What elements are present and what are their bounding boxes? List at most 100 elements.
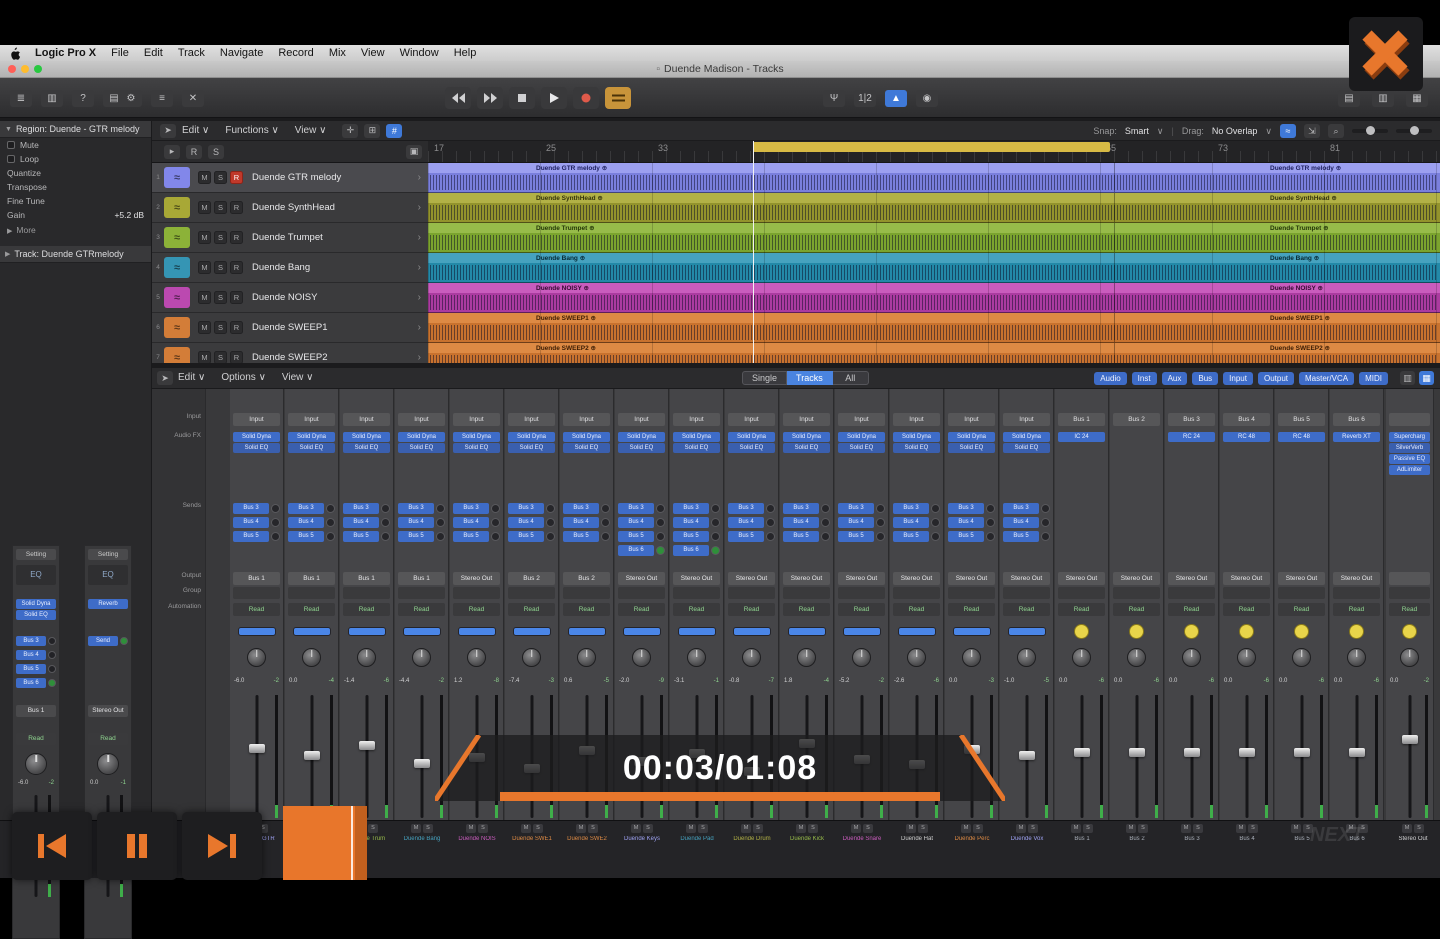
fx-plugin-button[interactable]: Solid EQ <box>16 610 56 620</box>
strip-group[interactable] <box>1113 587 1160 599</box>
send-slot[interactable]: Bus 3 <box>563 502 610 515</box>
send-knob[interactable] <box>491 532 500 541</box>
send-slot[interactable]: Bus 4 <box>893 516 940 529</box>
solo-button[interactable]: S <box>863 824 873 833</box>
strip-group[interactable] <box>673 587 720 599</box>
strip-input[interactable]: Input <box>453 413 500 426</box>
channel-strip[interactable]: SuperchargSilverVerbPassive EQAdLimiterR… <box>1386 389 1434 820</box>
knob-dial[interactable] <box>1237 648 1256 667</box>
fx-plugin-button[interactable]: Solid Dyna <box>1003 432 1050 442</box>
inspector-row[interactable]: Transpose <box>0 180 151 194</box>
playhead[interactable] <box>753 141 754 363</box>
mixer-filter-midi[interactable]: MIDI <box>1359 372 1388 385</box>
inspector-row[interactable]: Mute <box>0 138 151 152</box>
solo-button[interactable]: S <box>698 824 708 833</box>
strip-fader[interactable] <box>285 693 338 820</box>
strip-automation[interactable]: Read <box>1168 603 1215 616</box>
track-record-button[interactable]: R <box>230 201 243 214</box>
mixer-menu-view[interactable]: View ∨ <box>282 372 314 383</box>
region-lane[interactable]: Duende NOISY ⊕Duende NOISY ⊕ <box>428 283 1440 313</box>
pan-knob[interactable] <box>285 642 338 672</box>
pan-knob[interactable] <box>505 642 558 672</box>
mute-button[interactable]: M <box>521 824 531 833</box>
solo-button[interactable]: S <box>478 824 488 833</box>
send-slot[interactable]: Bus 5 <box>673 530 720 543</box>
fader-cap[interactable] <box>414 759 430 768</box>
track-header[interactable]: 4≈MSRDuende Bang› <box>152 253 428 283</box>
track-mute-button[interactable]: M <box>198 261 211 274</box>
menu-item-mix[interactable]: Mix <box>329 47 346 59</box>
strip-output[interactable]: Stereo Out <box>1003 572 1050 585</box>
pan-knob[interactable] <box>16 751 56 777</box>
fx-plugin-button[interactable]: Solid Dyna <box>948 432 995 442</box>
strip-output[interactable] <box>1389 572 1430 585</box>
quick-help-icon[interactable]: ? <box>72 90 94 107</box>
menu-item-track[interactable]: Track <box>178 47 205 59</box>
inspector-more-row[interactable]: ▶More <box>0 222 151 238</box>
pan-knob[interactable] <box>1110 642 1163 672</box>
strip-pan[interactable] <box>512 624 552 638</box>
channel-setting-button[interactable]: Setting <box>16 549 56 560</box>
send-slot[interactable]: Bus 4 <box>673 516 720 529</box>
strip-group[interactable] <box>508 587 555 599</box>
send-knob[interactable] <box>986 532 995 541</box>
solo-button[interactable]: S <box>1138 824 1148 833</box>
send-knob[interactable] <box>986 504 995 513</box>
mixer-bottom-cell[interactable]: MSBus 2 <box>1110 824 1164 864</box>
strip-input[interactable] <box>1389 413 1430 426</box>
fx-plugin-button[interactable]: Solid EQ <box>948 443 995 453</box>
track-solo-button[interactable]: S <box>214 261 227 274</box>
strip-group[interactable] <box>453 587 500 599</box>
video-next-button[interactable] <box>182 812 262 880</box>
strip-pan[interactable] <box>457 624 497 638</box>
strip-fader[interactable] <box>230 693 283 820</box>
solo-button[interactable]: S <box>1028 824 1038 833</box>
strip-automation[interactable]: Read <box>1113 603 1160 616</box>
mixer-bottom-cell[interactable]: MSDuende SWE1 <box>505 824 559 864</box>
fx-plugin-button[interactable]: RC 48 <box>1278 432 1325 442</box>
send-knob[interactable] <box>876 518 885 527</box>
send-slot[interactable]: Bus 3 <box>288 502 335 515</box>
solo-button[interactable]: S <box>1193 824 1203 833</box>
strip-output[interactable]: Stereo Out <box>948 572 995 585</box>
fx-plugin-button[interactable]: Solid Dyna <box>453 432 500 442</box>
send-slot[interactable]: Bus 5 <box>288 530 335 543</box>
cycle-region[interactable] <box>753 142 1110 152</box>
knob-dial[interactable] <box>1292 648 1311 667</box>
send-knob[interactable] <box>931 518 940 527</box>
knob-dial[interactable] <box>1400 648 1419 667</box>
strip-group[interactable] <box>948 587 995 599</box>
send-slot[interactable]: Bus 3 <box>838 502 885 515</box>
strip-input[interactable]: Bus 4 <box>1223 413 1270 426</box>
strip-group[interactable] <box>728 587 775 599</box>
strip-group[interactable] <box>288 587 335 599</box>
send-knob[interactable] <box>381 518 390 527</box>
strip-input[interactable]: Input <box>343 413 390 426</box>
knob-dial[interactable] <box>742 648 761 667</box>
strip-input[interactable]: Input <box>563 413 610 426</box>
send-knob[interactable] <box>546 518 555 527</box>
send-knob[interactable] <box>546 532 555 541</box>
knob-dial[interactable] <box>467 648 486 667</box>
send-slot[interactable]: Bus 3 <box>948 502 995 515</box>
send-slot[interactable]: Bus 4 <box>838 516 885 529</box>
send-slot[interactable]: Bus 4 <box>508 516 555 529</box>
forward-button[interactable] <box>477 87 503 109</box>
strip-output[interactable]: Stereo Out <box>1168 572 1215 585</box>
channel-strip[interactable]: Bus 6Reverb XTStereo OutRead0.0-6 <box>1330 389 1384 820</box>
strip-automation[interactable]: Read <box>728 603 775 616</box>
solo-button[interactable]: S <box>533 824 543 833</box>
region-lane[interactable]: Duende SWEEP2 ⊕Duende SWEEP2 ⊕ <box>428 343 1440 363</box>
channel-eq-display[interactable]: EQ <box>88 565 128 585</box>
fader-cap[interactable] <box>249 744 265 753</box>
strip-input[interactable]: Input <box>893 413 940 426</box>
fader-cap[interactable] <box>1129 748 1145 757</box>
send-knob[interactable] <box>48 679 56 687</box>
track-header[interactable]: 7≈MSRDuende SWEEP2› <box>152 343 428 363</box>
mixer-menu-options[interactable]: Options ∨ <box>221 372 266 383</box>
send-knob[interactable] <box>876 504 885 513</box>
strip-automation[interactable]: Read <box>893 603 940 616</box>
mixer-bottom-cell[interactable]: MSBus 1 <box>1055 824 1109 864</box>
inspector-icon[interactable]: ▥ <box>41 90 63 107</box>
strip-group[interactable] <box>233 587 280 599</box>
